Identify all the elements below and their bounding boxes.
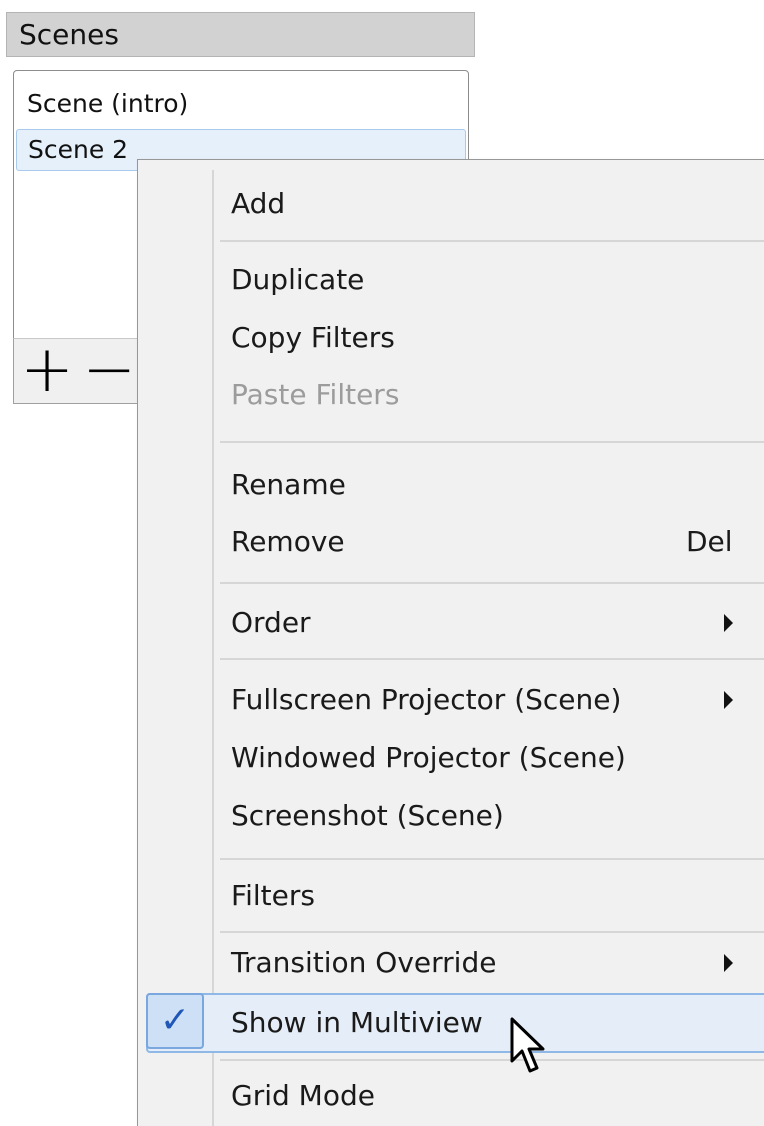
menu-separator xyxy=(220,240,764,242)
menu-item-label: Windowed Projector (Scene) xyxy=(231,741,626,774)
submenu-arrow-icon xyxy=(724,614,733,632)
menu-item-label: Add xyxy=(231,187,286,220)
menu-item-label: Screenshot (Scene) xyxy=(231,799,504,832)
menu-item-remove[interactable]: Remove Del xyxy=(138,514,764,570)
menu-item-label: Grid Mode xyxy=(231,1079,375,1112)
menu-item-label: Paste Filters xyxy=(231,378,400,411)
menu-item-label: Order xyxy=(231,606,311,639)
menu-separator xyxy=(220,441,764,443)
plus-icon: + xyxy=(20,333,74,407)
minus-icon: − xyxy=(82,333,136,407)
menu-separator xyxy=(220,658,764,660)
scene-context-menu: Add Duplicate Copy Filters Paste Filters… xyxy=(137,159,764,1126)
menu-item-label: Remove xyxy=(231,525,345,558)
menu-item-label: Duplicate xyxy=(231,263,365,296)
arrow-cursor-icon xyxy=(510,1017,545,1073)
scene-list-item[interactable]: Scene (intro) xyxy=(16,83,466,125)
menu-item-paste-filters: Paste Filters xyxy=(138,367,764,423)
menu-item-label: Transition Override xyxy=(231,946,497,979)
menu-item-label: Copy Filters xyxy=(231,321,395,354)
menu-separator xyxy=(220,858,764,860)
scenes-dock-title: Scenes xyxy=(6,12,475,57)
menu-item-windowed-projector[interactable]: Windowed Projector (Scene) xyxy=(138,730,764,786)
menu-item-show-in-multiview[interactable]: ✓ Show in Multiview xyxy=(138,993,764,1053)
menu-item-transition-override[interactable]: Transition Override xyxy=(138,935,764,991)
menu-item-label: Filters xyxy=(231,879,315,912)
menu-item-shortcut: Del xyxy=(686,525,733,558)
menu-separator xyxy=(220,931,764,933)
menu-item-grid-mode[interactable]: Grid Mode xyxy=(138,1068,764,1124)
menu-item-label: Fullscreen Projector (Scene) xyxy=(231,683,622,716)
menu-separator xyxy=(220,1059,764,1061)
menu-item-fullscreen-projector[interactable]: Fullscreen Projector (Scene) xyxy=(138,672,764,728)
menu-item-label: Rename xyxy=(231,468,346,501)
app-root: Scenes Scene (intro) Scene 2 + − Add Dup… xyxy=(0,0,764,1126)
menu-item-order[interactable]: Order xyxy=(138,595,764,651)
add-scene-button[interactable]: + xyxy=(18,338,76,402)
menu-item-label: Show in Multiview xyxy=(231,1006,483,1039)
menu-separator xyxy=(220,582,764,584)
menu-item-rename[interactable]: Rename xyxy=(138,457,764,513)
menu-item-filters[interactable]: Filters xyxy=(138,868,764,924)
menu-item-copy-filters[interactable]: Copy Filters xyxy=(138,310,764,366)
submenu-arrow-icon xyxy=(724,691,733,709)
scene-toolbar: + − xyxy=(13,338,153,404)
remove-scene-button[interactable]: − xyxy=(80,338,138,402)
menu-item-add[interactable]: Add xyxy=(138,176,764,232)
submenu-arrow-icon xyxy=(724,954,733,972)
checkmark-icon: ✓ xyxy=(146,993,204,1049)
menu-item-duplicate[interactable]: Duplicate xyxy=(138,252,764,308)
menu-item-screenshot[interactable]: Screenshot (Scene) xyxy=(138,788,764,844)
